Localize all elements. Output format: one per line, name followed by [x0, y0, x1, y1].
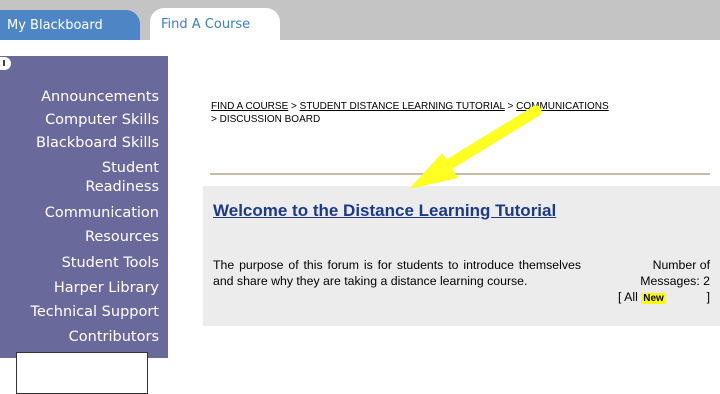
- annotation-arrow-icon: [409, 105, 542, 189]
- sidebar-control-box[interactable]: [16, 352, 148, 394]
